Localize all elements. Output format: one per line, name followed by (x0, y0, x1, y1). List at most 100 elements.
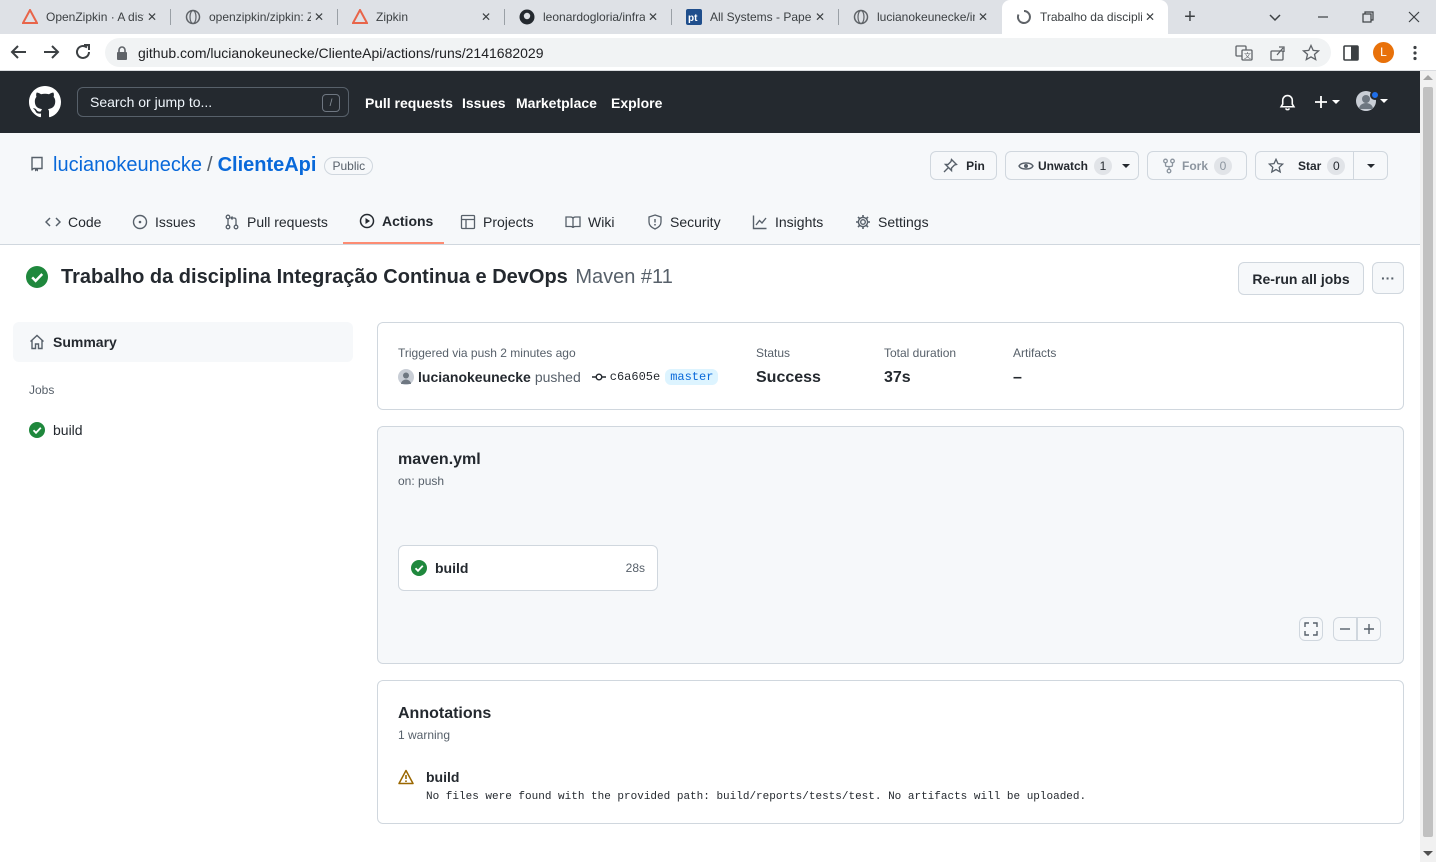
tab-insights[interactable]: Insights (752, 199, 823, 244)
fullscreen-button[interactable] (1299, 617, 1323, 641)
close-tab-icon[interactable]: ✕ (645, 9, 661, 25)
code-icon (45, 216, 61, 227)
zoom-out-button[interactable] (1333, 617, 1357, 641)
tab-label: Pull requests (247, 213, 328, 230)
fork-count: 0 (1214, 156, 1233, 175)
create-new-dropdown[interactable] (1313, 94, 1340, 110)
tab-actions[interactable]: Actions (343, 199, 444, 244)
close-tab-icon[interactable]: ✕ (812, 9, 828, 25)
status-value: Success (756, 369, 821, 386)
close-window-icon[interactable] (1405, 8, 1423, 26)
browser-menu-icon[interactable] (1406, 44, 1424, 62)
avatar[interactable] (398, 369, 414, 385)
sidebar-item-summary[interactable]: Summary (13, 322, 353, 362)
annotations-card: Annotations 1 warning build No files wer… (377, 680, 1404, 824)
actor-link[interactable]: lucianokeunecke (418, 369, 531, 385)
branch-badge[interactable]: master (665, 369, 719, 385)
tab-issues[interactable]: Issues (132, 199, 195, 244)
url-text: github.com/lucianokeunecke/ClienteApi/ac… (138, 44, 544, 61)
repo-owner-link[interactable]: lucianokeunecke (53, 154, 202, 177)
tab-code[interactable]: Code (45, 199, 101, 244)
repo-icon (29, 156, 45, 172)
tab-wiki[interactable]: Wiki (565, 199, 614, 244)
bookmark-star-icon[interactable] (1302, 44, 1320, 62)
trigger-info: Triggered via push 2 minutes ago (398, 346, 576, 360)
close-tab-icon[interactable]: ✕ (975, 9, 991, 25)
bell-icon[interactable] (1279, 94, 1296, 111)
tab-settings[interactable]: Settings (855, 199, 929, 244)
warning-icon (398, 769, 414, 785)
search-input[interactable]: Search or jump to... / (77, 87, 349, 117)
button-divider (1353, 152, 1354, 179)
lock-icon (117, 45, 127, 60)
tab-label: Code (68, 213, 102, 230)
nav-explore[interactable]: Explore (611, 95, 662, 111)
browser-tab[interactable]: Zipkin ✕ (338, 0, 504, 34)
tab-label: Insights (775, 213, 824, 230)
nav-issues[interactable]: Issues (462, 95, 506, 111)
close-tab-icon[interactable]: ✕ (144, 9, 160, 25)
svg-text:pt: pt (688, 13, 698, 24)
browser-tab[interactable]: leonardogloria/infra-devops ✕ (505, 0, 671, 34)
search-shortcut-key: / (322, 94, 340, 112)
tab-search-icon[interactable] (1266, 8, 1284, 26)
tab-label: Security (670, 213, 721, 230)
browser-tab[interactable]: OpenZipkin · A distributed tracing syste… (8, 0, 170, 34)
forward-icon[interactable] (42, 43, 60, 61)
scroll-up-arrow-icon[interactable] (1423, 75, 1433, 80)
unwatch-button[interactable]: Unwatch 1 (1005, 151, 1139, 180)
nav-pull-requests[interactable]: Pull requests (365, 95, 453, 111)
fork-button[interactable]: Fork 0 (1147, 151, 1247, 180)
address-bar[interactable]: github.com/lucianokeunecke/ClienteApi/ac… (105, 38, 1331, 67)
restore-icon[interactable] (1359, 8, 1377, 26)
minus-icon (1340, 628, 1350, 630)
scroll-down-arrow-icon[interactable] (1423, 851, 1433, 856)
browser-tab-title: leonardogloria/infra-devops (543, 10, 645, 24)
translate-icon[interactable]: 文 (1235, 44, 1253, 62)
tab-pull-requests[interactable]: Pull requests (224, 199, 328, 244)
star-button[interactable]: Star 0 (1255, 151, 1388, 180)
unwatch-label: Unwatch (1038, 158, 1089, 173)
back-icon[interactable] (10, 43, 28, 61)
side-panel-icon[interactable] (1342, 44, 1360, 62)
nav-marketplace[interactable]: Marketplace (516, 95, 597, 111)
minimize-icon[interactable] (1314, 8, 1332, 26)
profile-avatar[interactable]: L (1373, 42, 1394, 63)
browser-tab[interactable]: openzipkin/zipkin: Zipkin is a distribut… (171, 0, 337, 34)
browser-tab[interactable]: pt All Systems - Papertrail ✕ (672, 0, 838, 34)
annotation-job-link[interactable]: build (426, 769, 459, 785)
pin-button[interactable]: Pin (930, 151, 997, 180)
more-options-button[interactable]: ··· (1372, 262, 1404, 294)
caret-down-icon (1332, 100, 1340, 104)
scrollbar-thumb[interactable] (1423, 87, 1433, 837)
workflow-trigger: on: push (398, 474, 445, 488)
globe-favicon-icon (185, 9, 201, 25)
close-tab-icon[interactable]: ✕ (478, 9, 494, 25)
share-icon[interactable] (1269, 44, 1287, 62)
browser-tab-active[interactable]: Trabalho da disciplina Integração Contin… (1002, 0, 1168, 34)
rerun-all-jobs-button[interactable]: Re-run all jobs (1238, 262, 1364, 295)
workflow-file-name[interactable]: maven.yml (398, 451, 481, 469)
new-tab-icon[interactable]: + (1180, 7, 1200, 27)
success-check-icon (411, 560, 427, 576)
zoom-in-button[interactable] (1357, 617, 1381, 641)
page-scrollbar[interactable] (1420, 71, 1436, 862)
tab-projects[interactable]: Projects (460, 199, 534, 244)
tab-security[interactable]: Security (647, 199, 721, 244)
job-node-duration: 28s (625, 561, 645, 575)
shield-icon (648, 213, 662, 230)
fork-label: Fork (1182, 158, 1209, 173)
job-node-build[interactable]: build 28s (398, 545, 658, 591)
reload-icon[interactable] (74, 43, 92, 61)
browser-tab[interactable]: lucianokeunecke/integracao-continua ✕ (839, 0, 1001, 34)
caret-down-icon[interactable] (1367, 162, 1375, 170)
visibility-badge: Public (324, 156, 374, 175)
repo-name-link[interactable]: ClienteApi (218, 154, 317, 177)
close-tab-icon[interactable]: ✕ (311, 9, 327, 25)
github-logo-icon[interactable] (29, 86, 61, 118)
artifacts-value: – (1013, 369, 1022, 386)
close-tab-icon[interactable]: ✕ (1142, 9, 1158, 25)
commit-sha-link[interactable]: c6a605e (610, 370, 660, 384)
sidebar-item-job[interactable]: build (13, 418, 353, 442)
eye-icon (1018, 161, 1034, 170)
